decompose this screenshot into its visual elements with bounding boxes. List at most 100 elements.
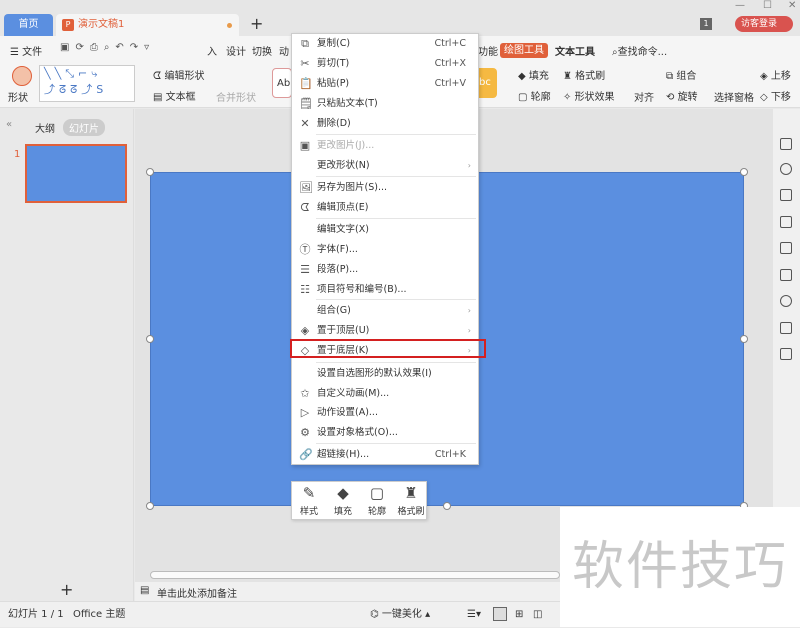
tab-home[interactable]: 首页 [4, 14, 53, 36]
video-icon[interactable] [780, 348, 792, 360]
login-button[interactable]: 访客登录 [735, 16, 793, 32]
tab-document[interactable]: P 演示文稿1 [56, 14, 239, 36]
menu-item[interactable]: 更改形状(N) › [292, 156, 478, 176]
table-icon[interactable] [780, 269, 792, 281]
mini-toolbar-button[interactable]: ✎ 样式 [292, 484, 326, 517]
menu-item[interactable]: Ⓣ 字体(F)... [292, 240, 478, 260]
group-button[interactable]: ⧉ 组合 [666, 67, 696, 82]
new-tab-button[interactable]: + [250, 14, 263, 33]
tab-insert[interactable]: 入 [207, 43, 217, 58]
menu-item-label: 删除(D) [317, 118, 351, 129]
notification-badge[interactable]: 1 [700, 18, 712, 30]
copy-icon: ⧉ [301, 37, 309, 50]
menu-item-label: 动作设置(A)... [317, 407, 378, 418]
slide-sorter-icon[interactable]: ⊞ [515, 602, 523, 628]
search-command[interactable]: ⌕查找命令... [612, 43, 667, 58]
menu-item[interactable]: ☰ 段落(P)... [292, 260, 478, 280]
submenu-arrow-icon: › [467, 326, 471, 335]
copy-icon[interactable] [780, 189, 792, 201]
format-painter-button[interactable]: ♜ 格式刷 [563, 67, 605, 82]
merge-shape-button[interactable]: 合并形状 [216, 89, 256, 104]
image-icon[interactable] [780, 242, 792, 254]
collapse-icon[interactable]: « [6, 119, 12, 130]
normal-view-icon[interactable] [493, 607, 507, 621]
menu-shortcut: Ctrl+X [434, 58, 466, 69]
resize-handle[interactable] [146, 168, 154, 176]
menu-item[interactable]: ☷ 项目符号和编号(B)... [292, 280, 478, 300]
highlight-box [290, 339, 486, 358]
menu-item[interactable]: ᗧ 编辑顶点(E) [292, 198, 478, 218]
mini-tool-icon: ◆ [337, 484, 349, 502]
selection-pane-button[interactable]: 选择窗格 [714, 89, 754, 104]
menu-item[interactable]: 📋 粘贴(P) Ctrl+V [292, 74, 478, 94]
menu-item[interactable]: 🗒 只粘贴文本(T) [292, 94, 478, 114]
resize-handle[interactable] [443, 502, 451, 510]
resize-handle[interactable] [740, 168, 748, 176]
slide-thumbnail[interactable] [25, 144, 127, 203]
menu-item[interactable]: 编辑文字(X) [292, 220, 478, 240]
menu-item[interactable]: ✩ 自定义动画(M)... [292, 384, 478, 404]
menu-item[interactable]: ◈ 置于顶层(U) › [292, 321, 478, 341]
mini-tool-label: 样式 [299, 507, 318, 517]
delete-icon: ✕ [300, 117, 310, 130]
settings-icon[interactable] [780, 138, 792, 150]
shape-gallery[interactable]: ╲╲⤡⌐⤷ ⤴ᘔᘔ⤴S [39, 65, 135, 102]
add-slide-button[interactable]: + [60, 580, 73, 599]
maximize-button[interactable]: ☐ [763, 0, 772, 11]
menu-item[interactable]: ⧉ 复制(C) Ctrl+C [292, 34, 478, 54]
menu-item[interactable]: ✕ 删除(D) [292, 114, 478, 134]
menu-item[interactable]: 组合(G) › [292, 301, 478, 321]
ppt-icon: P [62, 19, 74, 31]
menu-item[interactable]: 🖼 另存为图片(S)... [292, 178, 478, 198]
shape-button[interactable]: 形状 [8, 89, 28, 104]
style-preset-orange[interactable]: bc [479, 68, 497, 98]
mini-toolbar-button[interactable]: ♜ 格式刷 [394, 484, 428, 517]
tab-drawing-tools[interactable]: 绘图工具 [500, 43, 548, 58]
resize-handle[interactable] [740, 335, 748, 343]
menu-item-label: 字体(F)... [317, 244, 358, 255]
rotate-button[interactable]: ⟲ 旋转 [666, 88, 698, 103]
tab-text-tools[interactable]: 文本工具 [555, 43, 595, 58]
outline-button[interactable]: ▢ 轮廓 [518, 88, 551, 103]
menu-item[interactable]: 🔗 超链接(H)... Ctrl+K [292, 445, 478, 465]
context-menu: ⧉ 复制(C) Ctrl+C ✂ 剪切(T) Ctrl+X 📋 粘贴(P) Ctrl+V 🗒 只粘贴… [291, 33, 479, 465]
audio-icon[interactable] [780, 295, 792, 307]
menu-item[interactable]: 设置自选图形的默认效果(I) [292, 364, 478, 384]
tab-transition[interactable]: 切换 [252, 43, 272, 58]
edit-shape-button[interactable]: ᗧ 编辑形状 [153, 67, 204, 82]
move-up-button[interactable]: ◈ 上移 [760, 67, 791, 82]
tab-slides[interactable]: 幻灯片 [63, 119, 105, 136]
mini-toolbar-button[interactable]: ◆ 填充 [326, 484, 360, 517]
horizontal-scrollbar[interactable] [150, 571, 560, 579]
menu-item[interactable]: ⚙ 设置对象格式(O)... [292, 423, 478, 443]
tab-animation[interactable]: 动 [279, 43, 289, 58]
menu-separator [316, 134, 476, 135]
menu-item-label: 自定义动画(M)... [317, 388, 390, 399]
file-menu[interactable]: ☰ 文件 [10, 43, 42, 58]
reading-view-icon[interactable]: ◫ [533, 602, 542, 628]
action-icon: ▷ [300, 406, 310, 419]
resize-handle[interactable] [146, 335, 154, 343]
quick-access-icons[interactable]: ▣⟳⎙⌕↶↷▿ [60, 42, 155, 53]
style-preset[interactable]: Ab [272, 68, 292, 98]
move-down-button[interactable]: ◇ 下移 [760, 88, 791, 103]
beautify-button[interactable]: ⌬ 一键美化 ▴ [370, 602, 430, 628]
notes-toggle-icon[interactable]: ☰▾ [467, 602, 481, 628]
close-button[interactable]: ✕ [788, 0, 796, 11]
text-box-button[interactable]: ▤ 文本框 [153, 88, 196, 103]
tab-outline[interactable]: 大纲 [35, 120, 55, 135]
minimize-button[interactable]: — [735, 0, 745, 11]
chart-icon[interactable] [780, 322, 792, 334]
menu-item[interactable]: ✂ 剪切(T) Ctrl+X [292, 54, 478, 74]
animation-icon[interactable] [780, 163, 792, 175]
grid-icon[interactable] [780, 216, 792, 228]
mini-toolbar-button[interactable]: ▢ 轮廓 [360, 484, 394, 517]
align-button[interactable]: 对齐 [634, 89, 654, 104]
tab-design[interactable]: 设计 [226, 43, 246, 58]
resize-handle[interactable] [146, 502, 154, 510]
menu-item[interactable]: ▷ 动作设置(A)... [292, 403, 478, 423]
menu-item[interactable]: ▣ 更改图片(J)... [292, 136, 478, 156]
tab-features[interactable]: 功能 [478, 43, 498, 58]
shape-effect-button[interactable]: ✧ 形状效果 [563, 88, 615, 103]
fill-button[interactable]: ◆ 填充 [518, 67, 549, 82]
